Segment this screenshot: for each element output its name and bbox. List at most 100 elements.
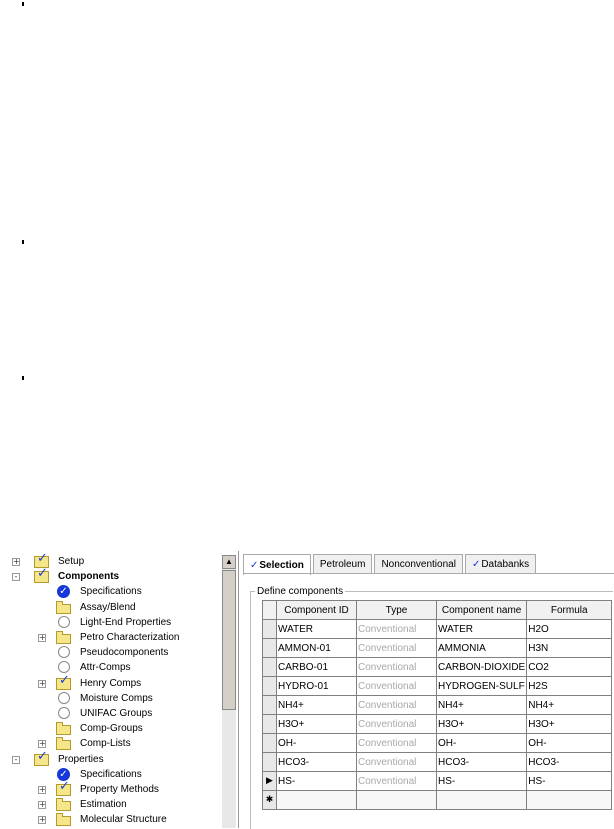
component-name-cell[interactable]: OH- [435, 733, 528, 753]
table-row[interactable]: CARBO-01 Conventional CARBON-DIOXIDE CO2 [262, 657, 613, 677]
tree-expander-icon[interactable]: + [38, 801, 46, 810]
component-id-cell[interactable]: WATER [276, 619, 357, 639]
formula-cell[interactable]: H2O [526, 619, 613, 639]
tab-label: Petroleum [319, 558, 366, 570]
row-selector[interactable] [262, 638, 277, 658]
formula-cell[interactable]: HS- [526, 771, 613, 791]
scroll-up-button[interactable]: ▲ [222, 555, 236, 569]
tree-expander-icon[interactable]: + [38, 786, 46, 794]
column-header-type[interactable]: Type [356, 600, 437, 620]
tree-expander-icon[interactable]: + [38, 679, 46, 688]
formula-cell[interactable]: NH4+ [526, 695, 613, 715]
type-cell[interactable]: Conventional [356, 657, 437, 677]
column-header-component-id[interactable]: Component ID [276, 600, 357, 620]
row-selector[interactable] [262, 733, 277, 753]
tab-databanks[interactable]: ✓ Databanks [464, 554, 537, 573]
row-selector[interactable] [262, 657, 277, 677]
component-name-cell[interactable]: H3O+ [435, 714, 528, 734]
tree-item[interactable]: Pseudocomponents [56, 645, 168, 660]
row-selector[interactable] [262, 752, 277, 772]
type-cell[interactable]: Conventional [356, 676, 437, 696]
column-header-formula[interactable]: Formula [526, 600, 613, 620]
tree-item[interactable]: Molecular Structure [56, 812, 167, 827]
formula-cell[interactable]: CO2 [526, 657, 613, 677]
component-id-cell[interactable]: HYDRO-01 [276, 676, 357, 696]
table-row[interactable]: OH- Conventional OH- OH- [262, 733, 613, 753]
tab-nonconventional[interactable]: Nonconventional [374, 554, 463, 573]
table-row[interactable]: H3O+ Conventional H3O+ H3O+ [262, 714, 613, 734]
component-name-cell[interactable]: AMMONIA [435, 638, 528, 658]
table-row[interactable]: HCO3- Conventional HCO3- HCO3- [262, 752, 613, 772]
table-row[interactable]: ▶ HS- Conventional HS- HS- [262, 771, 613, 791]
type-cell[interactable]: Conventional [356, 733, 437, 753]
component-name-cell[interactable]: HYDROGEN-SULF [435, 676, 528, 696]
component-id-cell[interactable]: H3O+ [276, 714, 357, 734]
tree-expander-icon[interactable]: - [12, 755, 20, 764]
component-id-cell[interactable]: OH- [276, 733, 357, 753]
column-header-component-name[interactable]: Component name [435, 600, 528, 620]
formula-cell[interactable]: H2S [526, 676, 613, 696]
tree-expander-icon[interactable]: + [38, 816, 46, 825]
tree-item[interactable]: Estimation [56, 797, 127, 812]
tree-expander-icon[interactable]: - [12, 573, 20, 582]
tree-item[interactable]: ✓ Henry Comps [56, 673, 141, 691]
table-row[interactable]: HYDRO-01 Conventional HYDROGEN-SULF H2S [262, 676, 613, 696]
row-selector[interactable] [262, 695, 277, 715]
table-row[interactable]: AMMON-01 Conventional AMMONIA H3N [262, 638, 613, 658]
type-cell[interactable]: Conventional [356, 695, 437, 715]
tree-item-label: Molecular Structure [80, 814, 167, 826]
tree-expander-icon[interactable]: + [38, 634, 46, 642]
type-cell[interactable]: Conventional [356, 619, 437, 639]
tree-item-label: Pseudocomponents [80, 647, 169, 659]
component-name-cell[interactable]: NH4+ [435, 695, 528, 715]
formula-cell[interactable]: HCO3- [526, 752, 613, 772]
formula-cell[interactable]: H3N [526, 638, 613, 658]
component-name-cell[interactable]: HCO3- [435, 752, 528, 772]
tree-scrollbar[interactable]: ▲ [222, 555, 236, 828]
scroll-thumb[interactable] [222, 570, 236, 710]
new-row[interactable]: ✱ [262, 790, 613, 810]
tab-petroleum[interactable]: Petroleum [312, 554, 373, 573]
tree-item[interactable]: Comp-Groups [56, 721, 143, 736]
row-selector[interactable] [262, 619, 277, 639]
tree-item[interactable]: UNIFAC Groups [56, 706, 152, 721]
folder-icon [56, 737, 72, 751]
tree-item[interactable]: ✓ Properties [34, 749, 104, 767]
folder-icon [56, 813, 72, 827]
tab-selection[interactable]: ✓ Selection [243, 554, 311, 575]
tree-item[interactable]: Assay/Blend [56, 600, 136, 615]
tree-item[interactable]: ✓ Property Methods [56, 779, 159, 797]
formula-cell[interactable]: OH- [526, 733, 613, 753]
table-row[interactable]: WATER Conventional WATER H2O [262, 619, 613, 639]
component-name-cell[interactable]: WATER [435, 619, 528, 639]
formula-cell[interactable]: H3O+ [526, 714, 613, 734]
row-selector[interactable] [262, 714, 277, 734]
tree-item[interactable]: Light-End Properties [56, 615, 171, 630]
new-row-cell[interactable] [526, 790, 613, 810]
type-cell[interactable]: Conventional [356, 771, 437, 791]
tree-item[interactable]: ✓ Specifications [56, 584, 142, 599]
new-row-cell[interactable] [356, 790, 437, 810]
component-id-cell[interactable]: AMMON-01 [276, 638, 357, 658]
component-name-cell[interactable]: CARBON-DIOXIDE [435, 657, 528, 677]
new-row-cell[interactable] [435, 790, 528, 810]
row-selector[interactable] [262, 676, 277, 696]
component-id-cell[interactable]: NH4+ [276, 695, 357, 715]
component-id-cell[interactable]: HS- [276, 771, 357, 791]
checkmark-icon: ✓ [471, 558, 481, 570]
tree-item[interactable]: Comp-Lists [56, 736, 131, 751]
type-cell[interactable]: Conventional [356, 752, 437, 772]
type-cell[interactable]: Conventional [356, 714, 437, 734]
component-name-cell[interactable]: HS- [435, 771, 528, 791]
table-row[interactable]: NH4+ Conventional NH4+ NH4+ [262, 695, 613, 715]
component-id-cell[interactable]: CARBO-01 [276, 657, 357, 677]
tree-item[interactable]: ✓ Components [34, 566, 119, 584]
component-id-cell[interactable]: HCO3- [276, 752, 357, 772]
tree-item[interactable]: Petro Characterization [56, 630, 180, 645]
tree-item[interactable]: Moisture Comps [56, 691, 153, 706]
row-selector[interactable]: ▶ [262, 771, 277, 791]
tree-expander-icon[interactable]: + [38, 740, 46, 749]
new-row-cell[interactable] [276, 790, 357, 810]
tree-expander-icon[interactable]: + [12, 558, 20, 566]
type-cell[interactable]: Conventional [356, 638, 437, 658]
